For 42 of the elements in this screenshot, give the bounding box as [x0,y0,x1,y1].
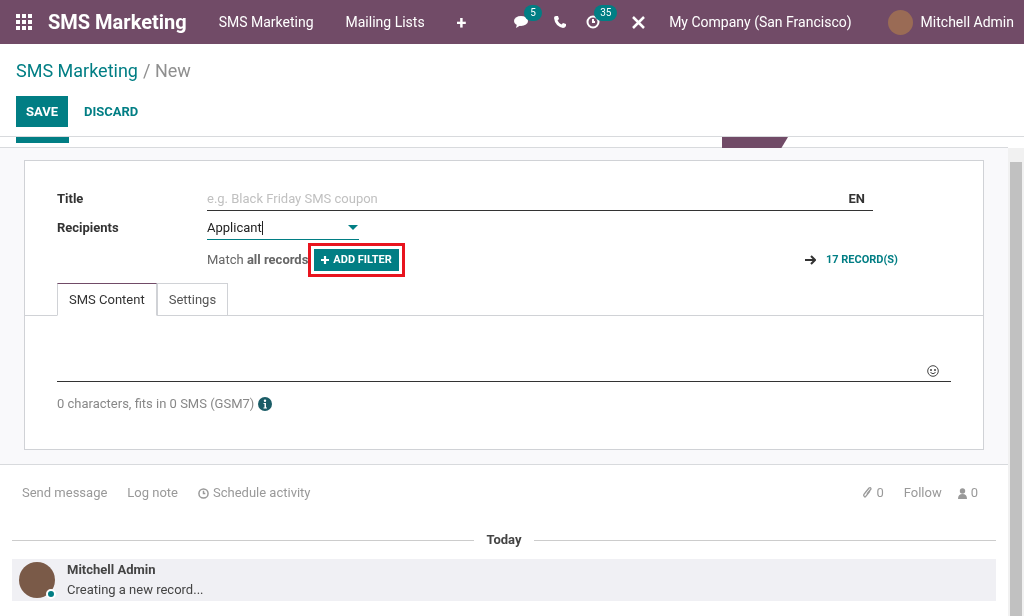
form-tab[interactable]: SMS Content [57,283,157,316]
chat-icon[interactable] [514,15,531,29]
menu-item[interactable]: SMS Marketing [218,11,314,33]
title-input-field[interactable]: e.g. Black Friday SMS coupon EN [207,187,873,211]
author-avatar [19,562,55,598]
user-avatar [887,9,913,35]
menu-item[interactable]: Mailing Lists [345,11,425,33]
paperclip-icon [863,487,873,499]
phone-icon[interactable] [554,16,567,28]
form-tab[interactable]: Settings [156,283,229,315]
person-icon [957,487,967,499]
menu-item[interactable]: + [456,8,467,36]
app-name[interactable]: SMS Marketing [48,7,187,37]
message-author: Mitchell Admin [67,561,157,579]
date-divider: Today [485,531,523,550]
save-button[interactable]: SAVE [16,96,69,127]
clock-icon[interactable] [586,15,601,29]
discard-button[interactable]: DISCARD [80,96,143,127]
text-cursor [261,220,263,235]
breadcrumb-link[interactable]: SMS Marketing [16,60,138,81]
message-count-badge: 5 [524,5,542,21]
clock-icon [198,487,209,499]
activity-count-badge: 35 [594,5,618,21]
breadcrumb-current: / New [142,60,191,81]
domain-summary: Match all records [207,251,309,270]
company-switcher[interactable]: My Company (San Francisco) [669,11,852,33]
character-count: 0 characters, fits in 0 SMS (GSM7) [57,395,255,413]
recipients-value: Applicant [207,218,262,237]
user-menu[interactable]: Mitchell Admin [920,11,1014,33]
records-link[interactable]: 17 RECORD(S) [825,251,898,269]
caret-icon [348,225,358,230]
recipients-select[interactable]: Applicant [207,216,359,240]
emoji-icon[interactable] [927,364,939,377]
apps-menu-icon[interactable] [16,14,32,30]
field-label: Title [57,190,85,209]
message-body: Creating a new record... [67,581,204,599]
field-label: Recipients [57,219,120,238]
info-icon[interactable] [258,396,273,411]
arrow-right-icon [804,255,816,265]
plus-icon [321,256,330,264]
language-button[interactable]: EN [848,188,865,209]
add-filter-button[interactable]: ADD FILTER [314,249,399,271]
